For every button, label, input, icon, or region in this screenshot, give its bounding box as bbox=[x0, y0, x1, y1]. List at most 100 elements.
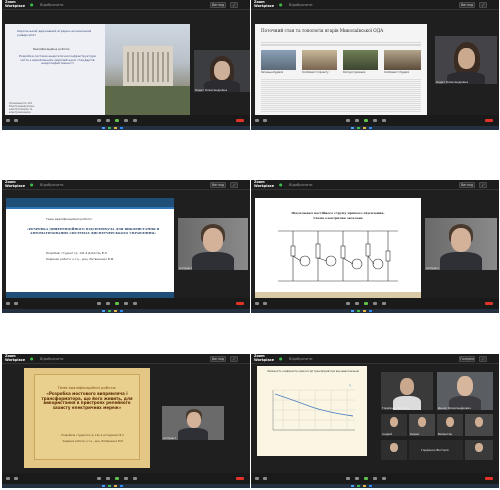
participants-icon[interactable] bbox=[97, 118, 101, 122]
fullscreen-icon[interactable]: ⤢ bbox=[230, 182, 238, 188]
view-label[interactable]: Відобразити bbox=[289, 357, 313, 361]
participants-icon[interactable] bbox=[346, 301, 350, 305]
view-button[interactable]: Галерея bbox=[459, 356, 475, 362]
leave-button[interactable] bbox=[236, 476, 244, 480]
view-label[interactable]: Відобразити bbox=[289, 3, 313, 7]
reactions-icon[interactable] bbox=[133, 476, 137, 480]
chat-icon[interactable] bbox=[106, 118, 110, 122]
view-button[interactable]: Вигляд bbox=[210, 356, 226, 362]
chat-icon[interactable] bbox=[106, 301, 110, 305]
fullscreen-icon[interactable]: ⤢ bbox=[230, 2, 238, 8]
share-icon[interactable] bbox=[364, 476, 368, 480]
participant-tile[interactable] bbox=[465, 440, 493, 460]
mic-icon[interactable] bbox=[6, 301, 10, 305]
start-icon[interactable] bbox=[351, 484, 354, 488]
camera-icon[interactable] bbox=[14, 301, 18, 305]
chat-icon[interactable] bbox=[355, 118, 359, 122]
leave-button[interactable] bbox=[236, 118, 244, 122]
participant-tile[interactable] bbox=[465, 414, 493, 436]
view-button[interactable]: Вигляд bbox=[459, 2, 475, 8]
participant-tile[interactable]: Андрій bbox=[381, 414, 407, 436]
participant-tile[interactable]: Кирил bbox=[409, 414, 435, 436]
reactions-icon[interactable] bbox=[382, 476, 386, 480]
participants-icon[interactable] bbox=[97, 301, 101, 305]
reactions-icon[interactable] bbox=[133, 118, 137, 122]
mic-icon[interactable] bbox=[6, 118, 10, 122]
participant-tile[interactable]: Гордієнко Вікторія bbox=[409, 440, 463, 460]
zoom-icon[interactable] bbox=[120, 484, 123, 488]
leave-button[interactable] bbox=[485, 476, 493, 480]
fullscreen-icon[interactable]: ⤢ bbox=[230, 356, 238, 362]
participant-video[interactable]: Аспірант bbox=[162, 406, 224, 440]
browser-icon[interactable] bbox=[357, 484, 360, 488]
start-icon[interactable] bbox=[102, 484, 105, 488]
zoom-icon[interactable] bbox=[369, 309, 372, 313]
chat-icon[interactable] bbox=[355, 301, 359, 305]
record-icon[interactable] bbox=[373, 118, 377, 122]
browser-icon[interactable] bbox=[108, 309, 111, 313]
reactions-icon[interactable] bbox=[382, 118, 386, 122]
view-button[interactable]: Вигляд bbox=[210, 2, 226, 8]
fullscreen-icon[interactable]: ⤢ bbox=[479, 356, 487, 362]
record-icon[interactable] bbox=[124, 476, 128, 480]
folder-icon[interactable] bbox=[363, 126, 366, 130]
start-icon[interactable] bbox=[102, 126, 105, 130]
participants-icon[interactable] bbox=[97, 476, 101, 480]
mic-icon[interactable] bbox=[255, 301, 259, 305]
folder-icon[interactable] bbox=[363, 309, 366, 313]
leave-button[interactable] bbox=[485, 118, 493, 122]
participant-video[interactable]: Аспірант bbox=[178, 218, 248, 270]
reactions-icon[interactable] bbox=[133, 301, 137, 305]
record-icon[interactable] bbox=[373, 301, 377, 305]
leave-button[interactable] bbox=[485, 301, 493, 305]
zoom-icon[interactable] bbox=[120, 126, 123, 130]
mic-icon[interactable] bbox=[255, 476, 259, 480]
share-icon[interactable] bbox=[364, 118, 368, 122]
view-button[interactable]: Вигляд bbox=[210, 182, 226, 188]
start-icon[interactable] bbox=[351, 126, 354, 130]
browser-icon[interactable] bbox=[108, 126, 111, 130]
camera-icon[interactable] bbox=[14, 476, 18, 480]
fullscreen-icon[interactable]: ⤢ bbox=[479, 182, 487, 188]
folder-icon[interactable] bbox=[114, 126, 117, 130]
folder-icon[interactable] bbox=[114, 309, 117, 313]
participant-tile[interactable]: Денис Олександрович bbox=[437, 372, 493, 410]
view-label[interactable]: Відобразити bbox=[289, 183, 313, 187]
participants-icon[interactable] bbox=[346, 118, 350, 122]
share-icon[interactable] bbox=[115, 476, 119, 480]
view-button[interactable]: Вигляд bbox=[459, 182, 475, 188]
leave-button[interactable] bbox=[236, 301, 244, 305]
view-label[interactable]: Відобразити bbox=[40, 183, 64, 187]
camera-icon[interactable] bbox=[263, 301, 267, 305]
browser-icon[interactable] bbox=[108, 484, 111, 488]
camera-icon[interactable] bbox=[14, 118, 18, 122]
camera-icon[interactable] bbox=[263, 476, 267, 480]
mic-icon[interactable] bbox=[255, 118, 259, 122]
participant-tile[interactable]: Гордієнко Вікторія bbox=[381, 372, 433, 410]
participant-video[interactable]: Кадет Олександрівна bbox=[194, 50, 250, 92]
zoom-icon[interactable] bbox=[369, 126, 372, 130]
participant-video[interactable]: Кадет Олександрівна bbox=[435, 36, 497, 84]
record-icon[interactable] bbox=[373, 476, 377, 480]
participants-icon[interactable] bbox=[346, 476, 350, 480]
mic-icon[interactable] bbox=[6, 476, 10, 480]
fullscreen-icon[interactable]: ⤢ bbox=[479, 2, 487, 8]
browser-icon[interactable] bbox=[357, 126, 360, 130]
participant-tile[interactable] bbox=[381, 440, 407, 460]
share-icon[interactable] bbox=[115, 301, 119, 305]
participant-tile[interactable]: Валентин bbox=[437, 414, 463, 436]
chat-icon[interactable] bbox=[106, 476, 110, 480]
share-icon[interactable] bbox=[115, 118, 119, 122]
zoom-icon[interactable] bbox=[120, 309, 123, 313]
share-icon[interactable] bbox=[364, 301, 368, 305]
zoom-icon[interactable] bbox=[369, 484, 372, 488]
view-label[interactable]: Відобразити bbox=[40, 357, 64, 361]
start-icon[interactable] bbox=[102, 309, 105, 313]
camera-icon[interactable] bbox=[263, 118, 267, 122]
record-icon[interactable] bbox=[124, 118, 128, 122]
start-icon[interactable] bbox=[351, 309, 354, 313]
folder-icon[interactable] bbox=[363, 484, 366, 488]
record-icon[interactable] bbox=[124, 301, 128, 305]
folder-icon[interactable] bbox=[114, 484, 117, 488]
chat-icon[interactable] bbox=[355, 476, 359, 480]
